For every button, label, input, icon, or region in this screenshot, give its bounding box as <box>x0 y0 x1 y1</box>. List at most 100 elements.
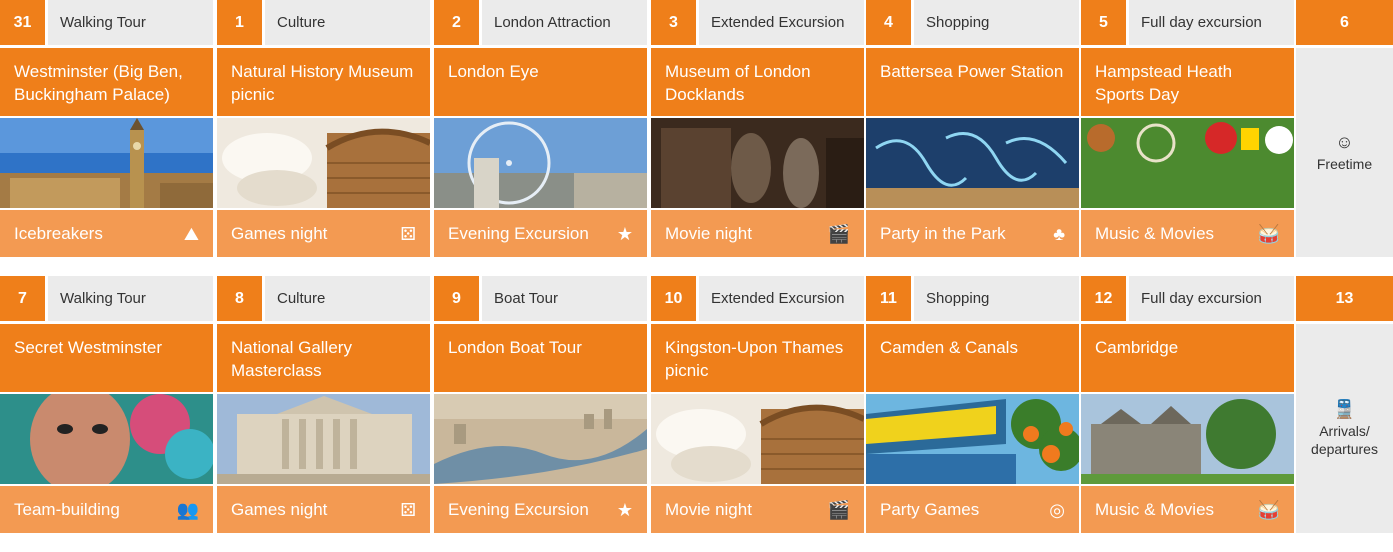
day-number: 12 <box>1081 276 1126 321</box>
evening-activity: Party in the Park ♣ <box>866 210 1079 257</box>
activity-title: London Boat Tour <box>434 324 647 392</box>
evening-activity: Evening Excursion ★ <box>434 486 647 533</box>
target-icon: ◎ <box>1049 499 1065 520</box>
evening-label: Party Games <box>880 499 980 519</box>
activity-photo <box>0 394 213 484</box>
day-card[interactable]: 4 Shopping Battersea Power Station Party… <box>866 0 1079 274</box>
day-card[interactable]: 3 Extended Excursion Museum of London Do… <box>651 0 864 274</box>
day-card[interactable]: 9 Boat Tour London Boat Tour Evening Exc… <box>434 276 647 550</box>
activity-photo <box>651 118 864 208</box>
evening-label: Games night <box>231 223 328 243</box>
day-card[interactable]: 8 Culture National Gallery Masterclass G… <box>217 276 430 550</box>
evening-label: Evening Excursion <box>448 223 589 243</box>
activity-photo <box>217 118 430 208</box>
week-row-2: 7 Walking Tour Secret Westminster Team-b… <box>0 276 1393 552</box>
free-day-body: ☺ Freetime <box>1296 48 1393 257</box>
evening-activity: Games night ⚄ <box>217 210 430 257</box>
day-category: Culture <box>265 276 430 321</box>
free-day-label: Freetime <box>1316 155 1373 172</box>
activity-title: Cambridge <box>1081 324 1294 392</box>
day-number: 1 <box>217 0 262 45</box>
day-card[interactable]: 10 Extended Excursion Kingston-Upon Tham… <box>651 276 864 550</box>
activity-title: Secret Westminster <box>0 324 213 392</box>
day-number: 31 <box>0 0 45 45</box>
day-category: Full day excursion <box>1129 0 1294 45</box>
day-header: 1 Culture <box>217 0 430 45</box>
day-header: 11 Shopping <box>866 276 1079 321</box>
activity-photo <box>434 118 647 208</box>
evening-label: Movie night <box>665 499 752 519</box>
day-category: Shopping <box>914 0 1079 45</box>
activity-photo <box>866 394 1079 484</box>
mountain-icon: ⛰ <box>183 223 199 244</box>
activity-title: Hampstead Heath Sports Day <box>1081 48 1294 116</box>
arrival-day-body: 🚆 Arrivals/ departures <box>1296 324 1393 533</box>
day-card[interactable]: 12 Full day excursion Cambridge Music & … <box>1081 276 1294 550</box>
day-category: Boat Tour <box>482 276 647 321</box>
day-category: Shopping <box>914 276 1079 321</box>
day-header: 9 Boat Tour <box>434 276 647 321</box>
arrival-day-card[interactable]: 13 🚆 Arrivals/ departures <box>1296 276 1393 550</box>
day-number: 11 <box>866 276 911 321</box>
activity-title: Kingston-Upon Thames picnic <box>651 324 864 392</box>
tree-icon: ♣ <box>1053 223 1065 244</box>
day-number: 9 <box>434 276 479 321</box>
day-number: 5 <box>1081 0 1126 45</box>
activity-photo <box>651 394 864 484</box>
day-card[interactable]: 5 Full day excursion Hampstead Heath Spo… <box>1081 0 1294 274</box>
week-row-1: 31 Walking Tour Westminster (Big Ben, Bu… <box>0 0 1393 276</box>
day-header: 10 Extended Excursion <box>651 276 864 321</box>
evening-activity: Movie night 🎬 <box>651 486 864 533</box>
day-header: 7 Walking Tour <box>0 276 213 321</box>
drum-icon: 🥁 <box>1257 223 1280 244</box>
day-card[interactable]: 7 Walking Tour Secret Westminster Team-b… <box>0 276 213 550</box>
evening-activity: Party Games ◎ <box>866 486 1079 533</box>
evening-label: Evening Excursion <box>448 499 589 519</box>
activity-photo <box>217 394 430 484</box>
evening-label: Party in the Park <box>880 223 1006 243</box>
activity-title: Museum of London Docklands <box>651 48 864 116</box>
day-category: London Attraction <box>482 0 647 45</box>
day-number: 13 <box>1296 276 1393 321</box>
activity-photo <box>1081 118 1294 208</box>
train-icon: 🚆 <box>1333 398 1356 419</box>
day-card[interactable]: 1 Culture Natural History Museum picnic … <box>217 0 430 274</box>
evening-activity: Music & Movies 🥁 <box>1081 210 1294 257</box>
day-category: Culture <box>265 0 430 45</box>
activity-title: Battersea Power Station <box>866 48 1079 116</box>
evening-activity: Games night ⚄ <box>217 486 430 533</box>
grinning-face-icon: ☺ <box>1335 131 1354 152</box>
activity-photo <box>866 118 1079 208</box>
evening-label: Team-building <box>14 499 120 519</box>
dice-icon: ⚄ <box>400 223 416 244</box>
evening-label: Music & Movies <box>1095 223 1215 243</box>
day-card[interactable]: 31 Walking Tour Westminster (Big Ben, Bu… <box>0 0 213 274</box>
clapperboard-icon: 🎬 <box>827 223 850 244</box>
team-icon: 👥 <box>176 499 199 520</box>
drum-icon: 🥁 <box>1257 499 1280 520</box>
activity-title: Natural History Museum picnic <box>217 48 430 116</box>
day-card[interactable]: 2 London Attraction London Eye Evening E… <box>434 0 647 274</box>
day-number: 2 <box>434 0 479 45</box>
evening-activity: Music & Movies 🥁 <box>1081 486 1294 533</box>
arrival-day-label: Arrivals/ departures <box>1311 422 1378 457</box>
day-header: 8 Culture <box>217 276 430 321</box>
free-day-card[interactable]: 6 ☺ Freetime <box>1296 0 1393 274</box>
day-category: Walking Tour <box>48 0 213 45</box>
day-header: 5 Full day excursion <box>1081 0 1294 45</box>
activity-photo <box>434 394 647 484</box>
day-header: 31 Walking Tour <box>0 0 213 45</box>
day-category: Walking Tour <box>48 276 213 321</box>
day-card[interactable]: 11 Shopping Camden & Canals Party Games … <box>866 276 1079 550</box>
day-number: 7 <box>0 276 45 321</box>
night-sky-icon: ★ <box>616 223 633 244</box>
clapperboard-icon: 🎬 <box>827 499 850 520</box>
day-number: 3 <box>651 0 696 45</box>
evening-activity: Icebreakers ⛰ <box>0 210 213 257</box>
day-header: 4 Shopping <box>866 0 1079 45</box>
evening-activity: Movie night 🎬 <box>651 210 864 257</box>
dice-icon: ⚄ <box>400 499 416 520</box>
activity-title: Westminster (Big Ben, Buckingham Palace) <box>0 48 213 116</box>
itinerary-calendar: 31 Walking Tour Westminster (Big Ben, Bu… <box>0 0 1393 550</box>
activity-photo <box>0 118 213 208</box>
